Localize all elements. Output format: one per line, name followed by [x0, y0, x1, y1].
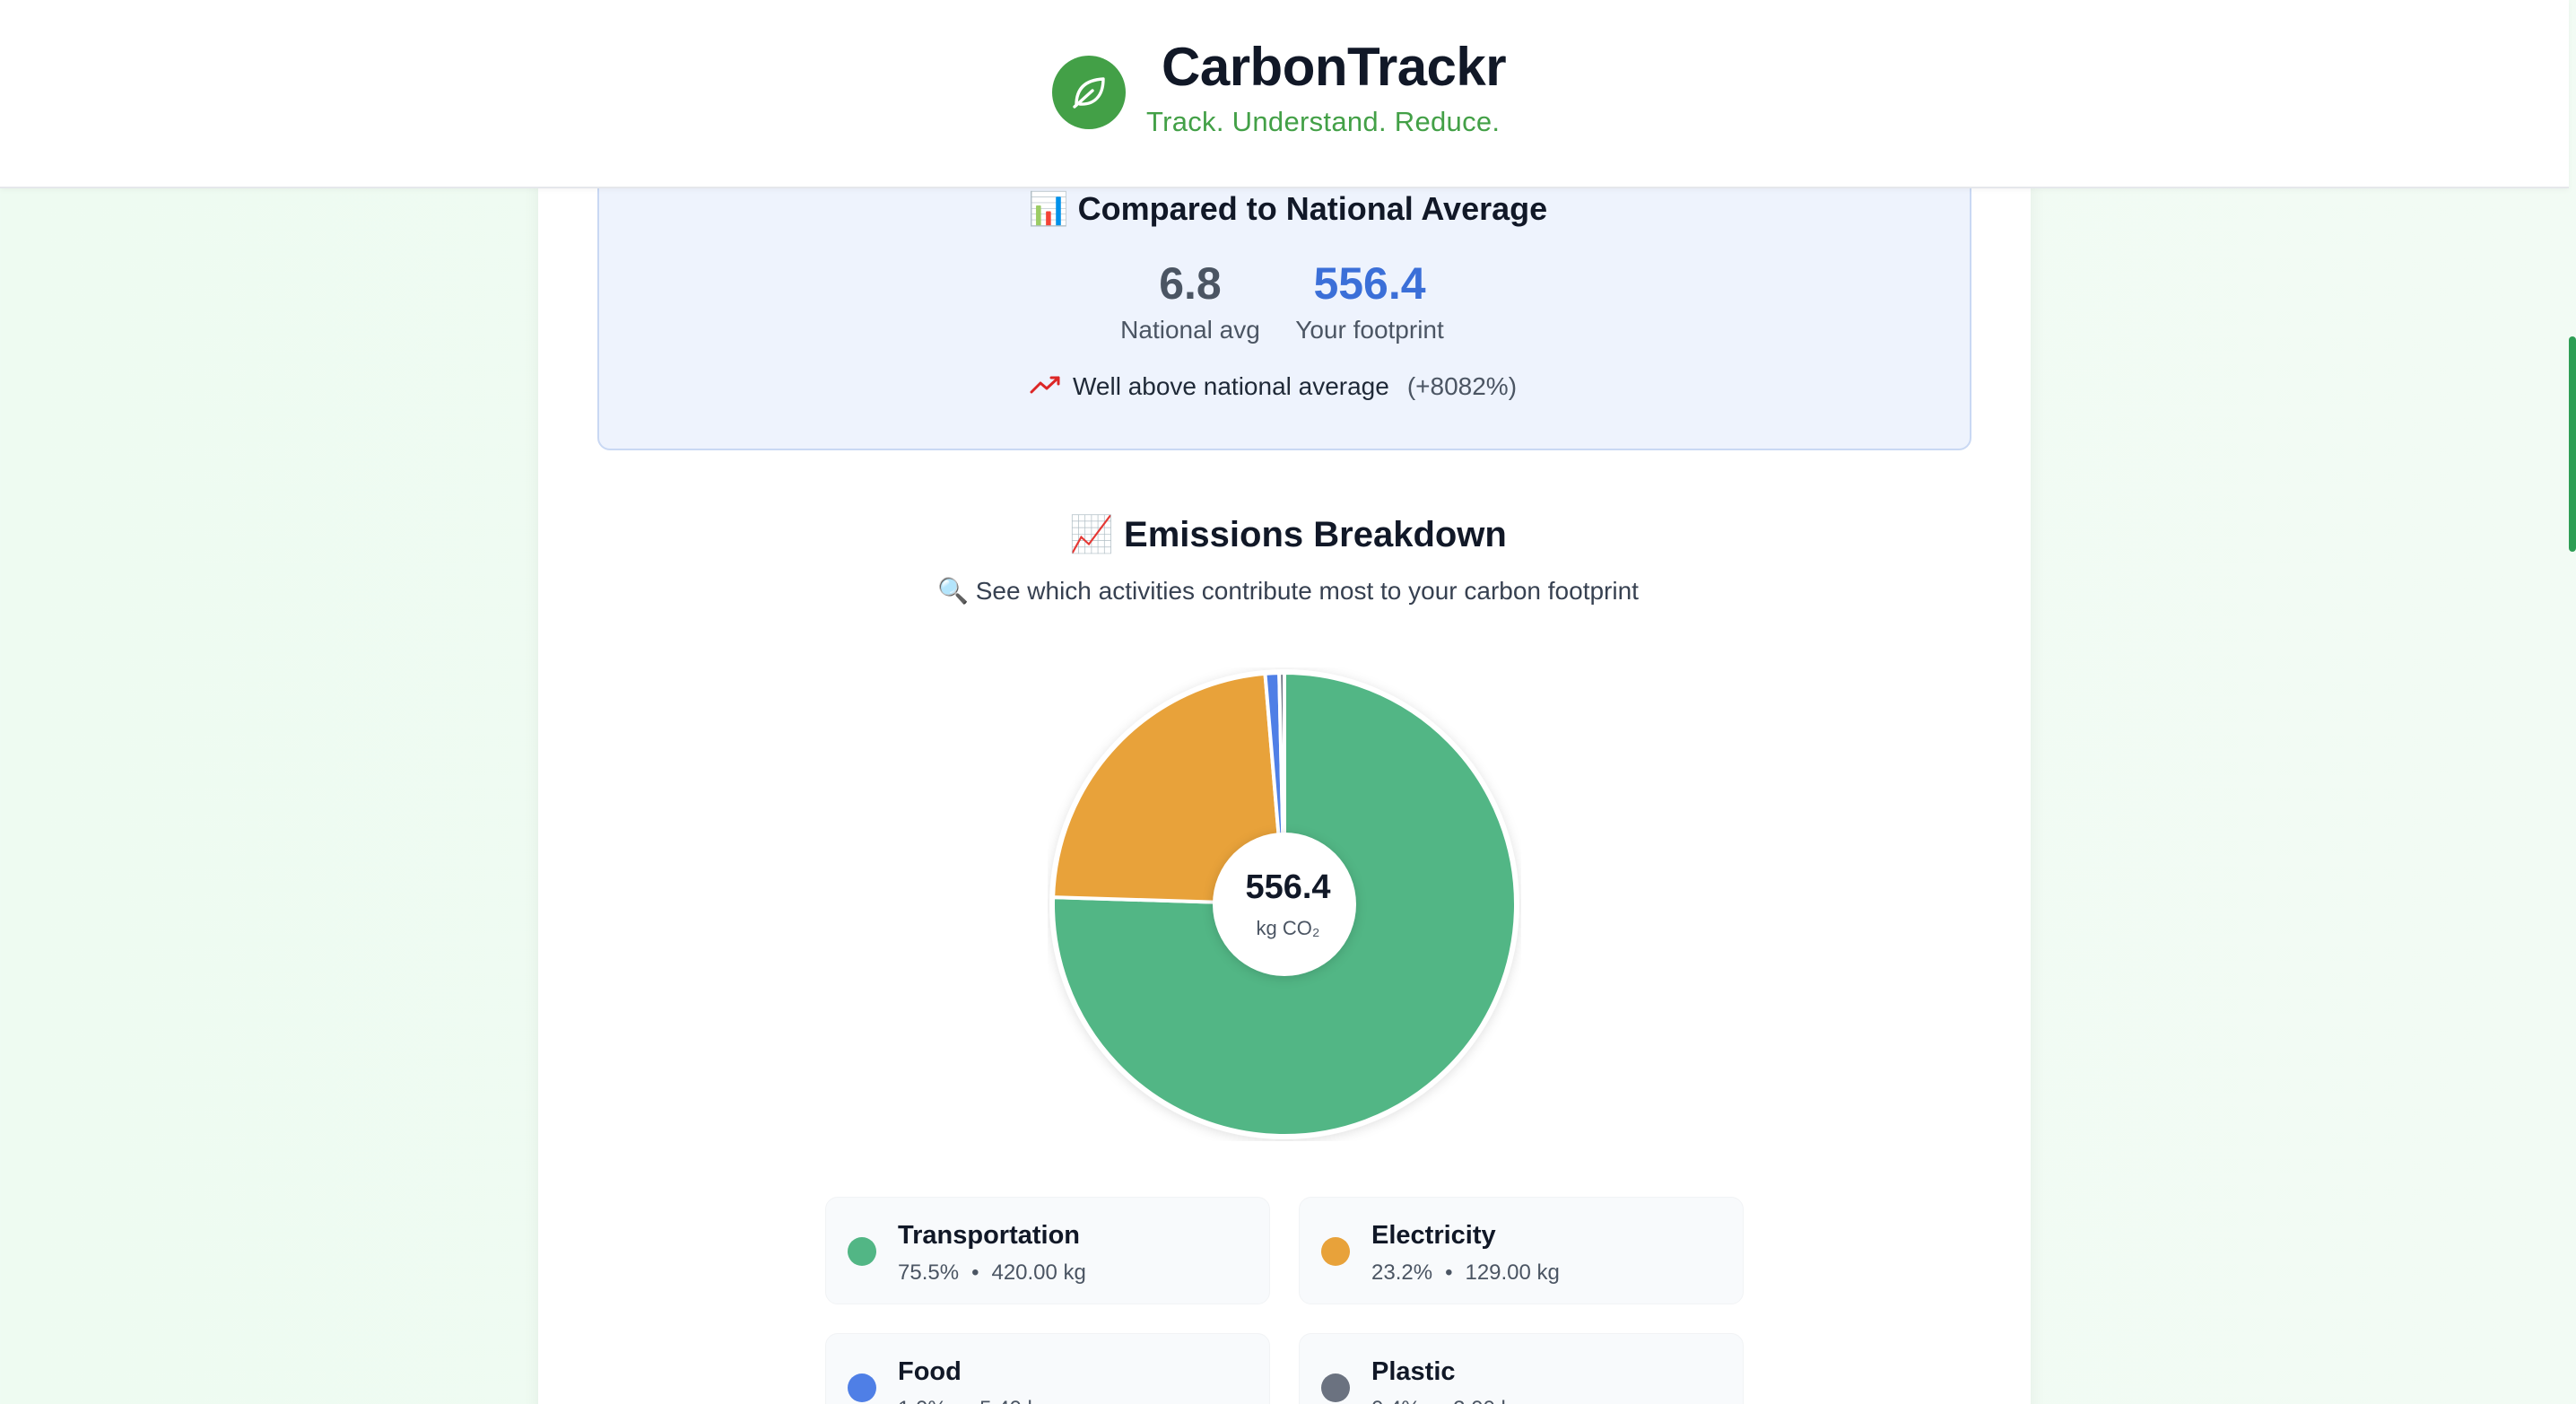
legend-dot: [848, 1237, 876, 1266]
legend-dot: [1321, 1373, 1350, 1402]
pie-center-unit: kg CO₂: [1256, 917, 1320, 939]
brand-tagline: Track. Understand. Reduce.: [1146, 106, 1501, 137]
legend-dot: [848, 1373, 876, 1402]
legend-meta: 23.2% • 129.00 kg: [1371, 1260, 1560, 1285]
legend-item-food[interactable]: Food 1.0%•5.40 kg: [825, 1333, 1270, 1404]
legend-item-transportation[interactable]: Transportation 75.5% • 420.00 kg: [825, 1197, 1270, 1304]
pie-center-value: 556.4: [1245, 868, 1331, 906]
national-avg-value: 6.8: [1159, 258, 1222, 309]
legend-item-electricity[interactable]: Electricity 23.2% • 129.00 kg: [1299, 1197, 1744, 1304]
legend-meta: 75.5% • 420.00 kg: [898, 1260, 1086, 1285]
legend-name: Electricity: [1371, 1221, 1496, 1250]
trending-up-icon: [1030, 372, 1060, 401]
trend-percent: (+8082%): [1406, 372, 1518, 400]
legend-dot: [1321, 1237, 1350, 1266]
national-avg-label: National avg: [1120, 316, 1260, 344]
trend-text: Well above national average: [1073, 372, 1389, 400]
breakdown-subtitle: 🔍 See which activities contribute most t…: [937, 577, 1639, 605]
legend-meta: 1.0%•5.40 kg: [898, 1397, 1050, 1404]
trend-row: Well above national average (+8082%): [1030, 372, 1517, 401]
legend-name: Plastic: [1371, 1357, 1456, 1386]
legend-meta: 0.4%•2.00 kg: [1371, 1397, 1524, 1404]
legend-name: Transportation: [898, 1221, 1081, 1250]
user-footprint-value: 556.4: [1313, 258, 1426, 309]
leaf-logo-icon[interactable]: [1052, 56, 1126, 129]
app-header: CarbonTrackr Track. Understand. Reduce.: [0, 0, 2569, 188]
scrollbar-track[interactable]: [2569, 0, 2576, 1404]
breakdown-title: 📈 Emissions Breakdown: [1069, 515, 1507, 554]
brand-title[interactable]: CarbonTrackr: [1162, 36, 1507, 98]
legend-name: Food: [898, 1357, 962, 1386]
legend-item-plastic[interactable]: Plastic 0.4%•2.00 kg: [1299, 1333, 1744, 1404]
comparison-title: 📊 Compared to National Average: [1028, 190, 1548, 227]
scrollbar-thumb[interactable]: [2569, 336, 2576, 552]
user-footprint-label: Your footprint: [1295, 316, 1444, 344]
